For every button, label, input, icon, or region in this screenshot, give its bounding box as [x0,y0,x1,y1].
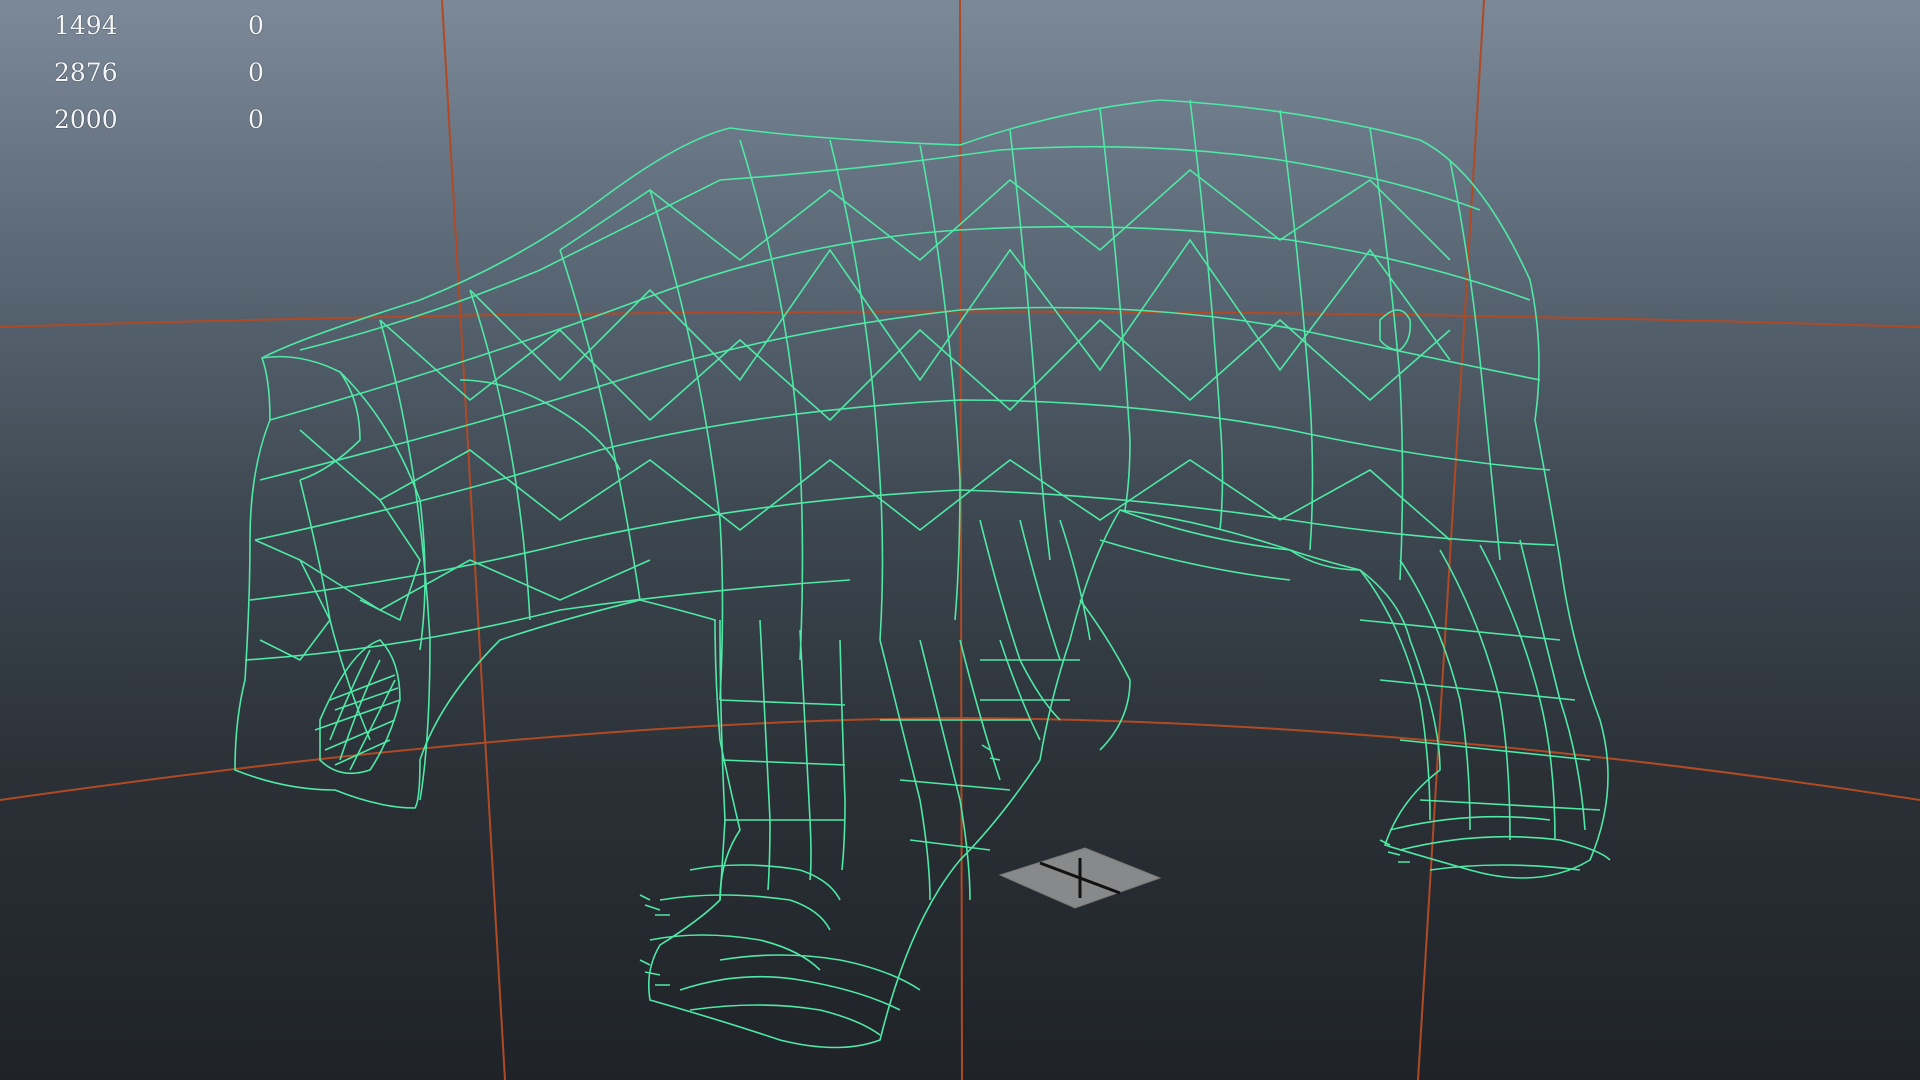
hud-row: 2000 0 [0,100,320,140]
hud-row: 1494 0 [0,6,320,46]
viewport-scene[interactable] [0,0,1920,1080]
hud-count: 1494 [54,11,118,40]
bear-wireframe-mesh[interactable] [234,99,1611,1049]
move-manipulator-icon[interactable] [998,847,1162,909]
hud-count: 2876 [54,58,118,87]
heads-up-display: 1494 0 2876 0 2000 0 [0,0,320,140]
hud-row: 2876 0 [0,53,320,93]
hud-selected: 0 [248,105,264,134]
3d-viewport[interactable]: 1494 0 2876 0 2000 0 [0,0,1920,1080]
hud-selected: 0 [248,11,264,40]
hud-count: 2000 [54,105,118,134]
hud-selected: 0 [248,58,264,87]
